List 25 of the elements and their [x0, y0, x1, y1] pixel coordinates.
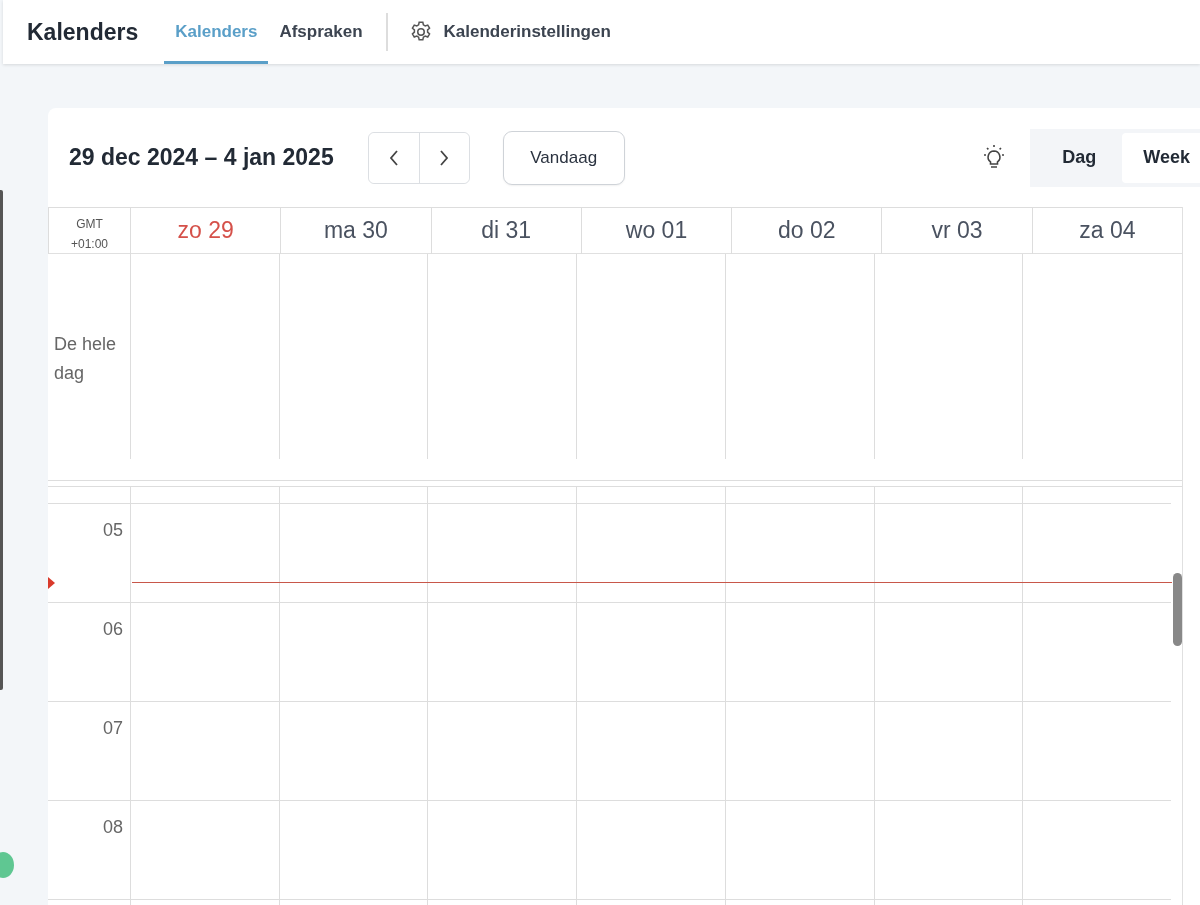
day-header: vr 03 [881, 208, 1032, 254]
view-tab[interactable]: Dag [1030, 132, 1123, 183]
hour-label: 05 [102, 520, 123, 541]
hour-label: 07 [102, 718, 123, 739]
day-header: za 04 [1031, 208, 1182, 254]
day-header: wo 01 [580, 208, 732, 254]
chevron-right-icon [438, 148, 451, 167]
current-time-marker-icon [48, 577, 55, 589]
day-header: ma 30 [280, 208, 431, 254]
scrollbar-thumb[interactable] [1173, 573, 1182, 646]
page-title: Kalenders [27, 18, 139, 46]
date-range-title: 29 dec 2024 – 4 jan 2025 [69, 144, 334, 171]
next-button[interactable] [418, 132, 469, 183]
nav-tab[interactable]: Afspraken [268, 0, 374, 64]
view-tab[interactable]: Week [1122, 132, 1200, 183]
settings-link[interactable]: Kalenderinstellingen [407, 19, 611, 45]
hour-label: 06 [102, 619, 123, 640]
day-header: di 31 [430, 208, 581, 254]
all-day-label: De hele dag [53, 333, 118, 385]
chevron-left-icon [387, 148, 400, 167]
hour-label: 08 [102, 817, 123, 838]
day-header: zo 29 [130, 208, 281, 254]
day-header: do 02 [731, 208, 882, 254]
timezone-label: GMT +01:00 [48, 208, 130, 254]
today-button[interactable]: Vandaag [502, 130, 625, 185]
